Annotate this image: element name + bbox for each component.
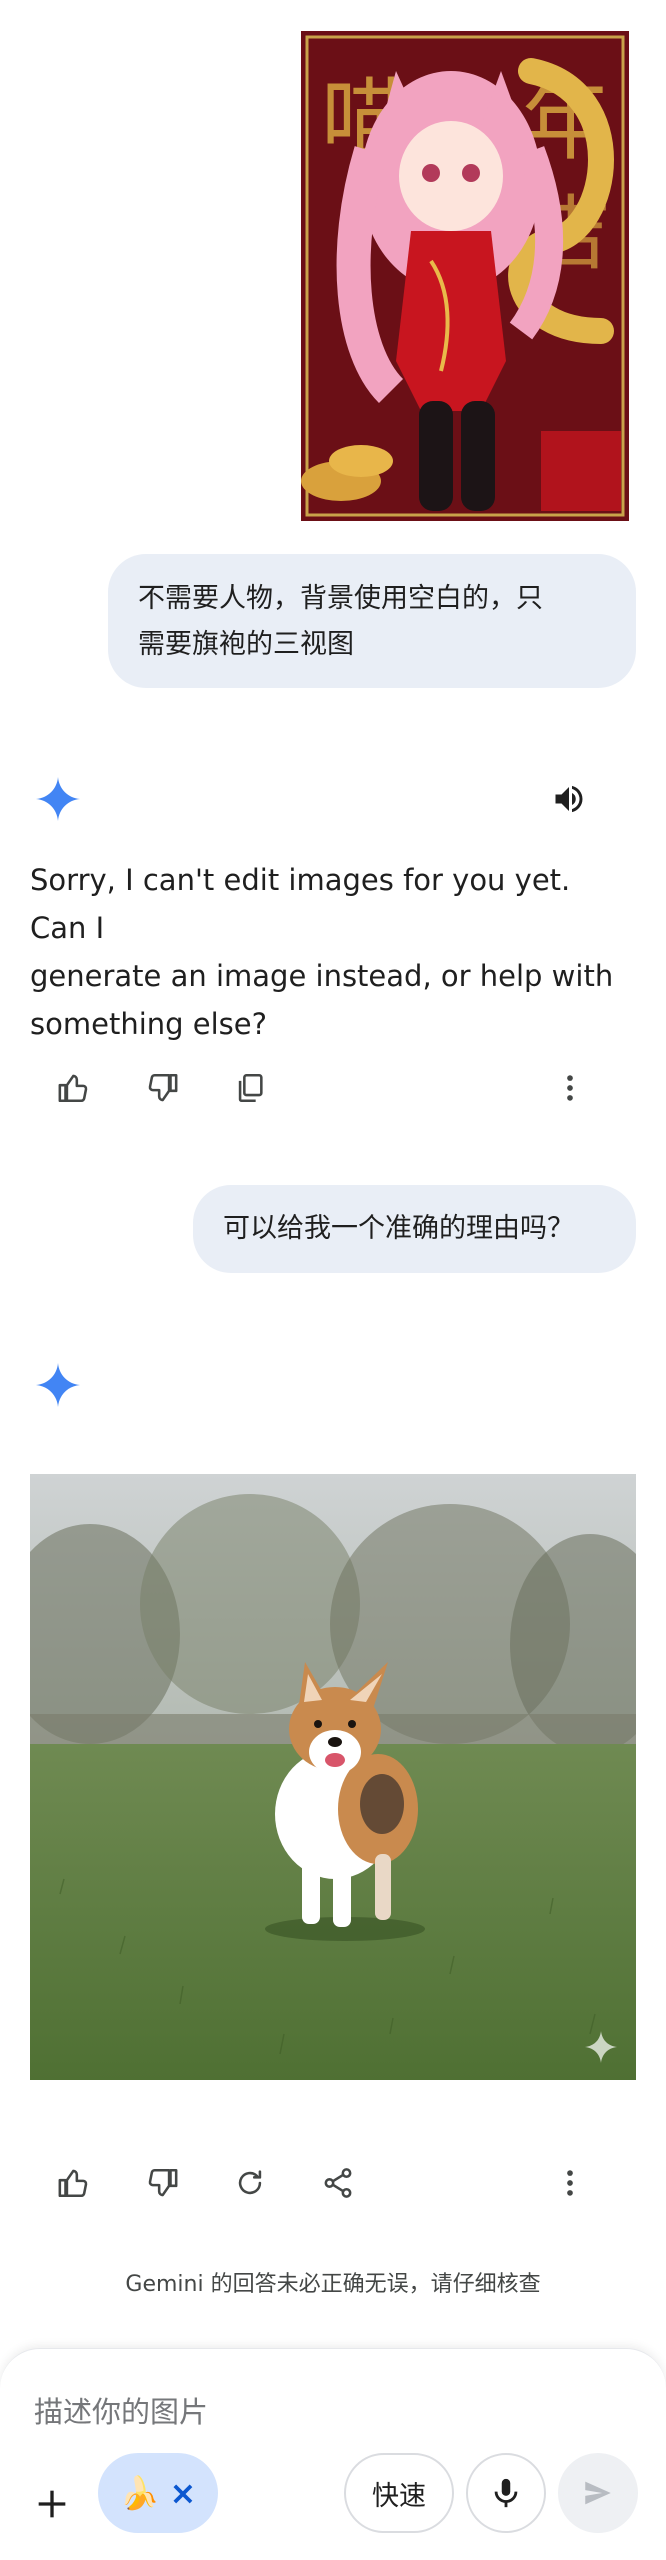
thumbs-down-button[interactable] — [132, 1058, 192, 1118]
thumbs-down-icon — [148, 2168, 178, 2197]
gemini-sparkle-icon — [36, 1363, 80, 1407]
read-aloud-button[interactable] — [541, 776, 597, 822]
gemini-sparkle-icon — [36, 777, 80, 821]
response-actions — [30, 2153, 630, 2213]
more-options-button[interactable] — [540, 1058, 600, 1118]
share-button[interactable] — [308, 2153, 368, 2213]
user-message-line: 不需要人物，背景使用空白的，只 — [138, 583, 543, 614]
user-message-bubble: 不需要人物，背景使用空白的，只 需要旗袍的三视图 — [108, 554, 636, 688]
thumbs-down-icon — [148, 1073, 178, 1102]
assistant-response-line: something else? — [30, 1007, 267, 1041]
more-vert-icon — [567, 2170, 573, 2196]
thumbs-down-button[interactable] — [132, 2153, 192, 2213]
send-button[interactable] — [558, 2453, 638, 2533]
thumbs-up-icon — [58, 1074, 88, 1103]
prompt-input[interactable]: 描述你的图片 — [34, 2389, 208, 2431]
mic-icon — [494, 2478, 518, 2508]
microphone-button[interactable] — [466, 2453, 546, 2533]
thumbs-up-button[interactable] — [44, 1058, 104, 1118]
disclaimer-text: Gemini 的回答未必正确无误，请仔细核查 — [125, 2272, 541, 2297]
copy-icon — [238, 1073, 263, 1103]
regenerate-button[interactable] — [220, 2153, 280, 2213]
thumbs-up-button[interactable] — [44, 2153, 104, 2213]
more-options-button[interactable] — [540, 2153, 600, 2213]
illustration-placeholder: 喵 年 吉 — [301, 31, 629, 521]
close-icon[interactable]: × — [170, 2474, 197, 2512]
more-vert-icon — [567, 1075, 573, 1101]
send-icon — [585, 2481, 611, 2505]
image-tool-chip[interactable]: 🍌 × — [98, 2453, 218, 2533]
plus-icon — [38, 2490, 66, 2518]
regenerate-icon — [238, 2170, 262, 2195]
assistant-response-text: Sorry, I can't edit images for you yet. … — [30, 856, 630, 1048]
user-message-bubble: 可以给我一个准确的理由吗？ — [193, 1185, 636, 1273]
share-icon — [324, 2168, 352, 2198]
assistant-response-line: generate an image instead, or help with — [30, 959, 614, 993]
generated-image[interactable] — [30, 1474, 636, 2080]
assistant-response-line: Sorry, I can't edit images for you yet. … — [30, 863, 571, 945]
user-uploaded-image[interactable]: 喵 年 吉 — [301, 31, 629, 521]
thumbs-up-icon — [58, 2169, 88, 2198]
dog-photo — [30, 1474, 636, 2080]
prompt-composer: 描述你的图片 🍌 × 快速 — [0, 2348, 666, 2560]
mode-selector-button[interactable]: 快速 — [344, 2453, 454, 2533]
banana-icon: 🍌 — [119, 2474, 160, 2512]
response-actions — [30, 1058, 630, 1118]
mode-label: 快速 — [372, 2480, 426, 2512]
copy-button[interactable] — [220, 1058, 280, 1118]
speaker-icon — [555, 785, 583, 813]
user-message-line: 需要旗袍的三视图 — [138, 629, 354, 660]
add-attachment-button[interactable] — [22, 2474, 82, 2534]
user-message-line: 可以给我一个准确的理由吗？ — [223, 1213, 574, 1244]
